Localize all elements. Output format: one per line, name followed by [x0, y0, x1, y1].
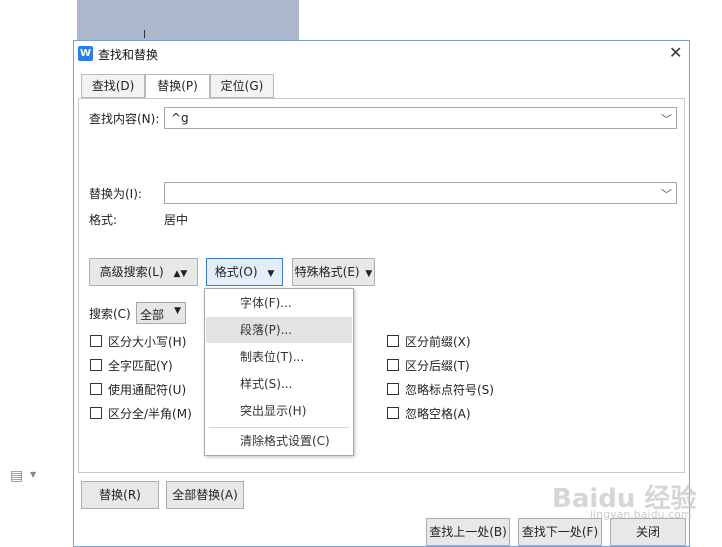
checkbox-match-case[interactable] — [90, 335, 102, 347]
menu-item-font[interactable]: 字体(F)... — [206, 290, 352, 316]
dialog-title: 查找和替换 — [98, 48, 159, 62]
menu-item-tabs[interactable]: 制表位(T)... — [206, 344, 352, 370]
match-case-label: 区分大小写(H) — [108, 335, 187, 349]
checkbox-match-prefix[interactable] — [387, 335, 399, 347]
checkbox-match-suffix[interactable] — [387, 359, 399, 371]
format-button-label: 格式(O) — [214, 265, 258, 279]
caret-down-icon: ▼ — [174, 306, 181, 316]
tab-goto[interactable]: 定位(G) — [210, 74, 274, 98]
match-prefix-label: 区分前缀(X) — [405, 335, 471, 349]
ignore-punctuation-label: 忽略标点符号(S) — [405, 383, 494, 397]
text-cursor — [144, 30, 145, 38]
dialog-titlebar: W 查找和替换 ✕ — [74, 41, 689, 66]
search-scope-select[interactable]: 全部 ▼ — [136, 302, 186, 324]
close-icon[interactable]: ✕ — [669, 43, 682, 62]
replace-input[interactable]: ﹀ — [164, 182, 677, 204]
checkbox-full-half-width[interactable] — [90, 407, 102, 419]
caret-down-icon: ▼ — [267, 269, 275, 279]
menu-item-style-label: 样式(S)... — [240, 377, 293, 391]
close-button[interactable]: 关闭 — [610, 518, 686, 546]
match-suffix-label: 区分后缀(T) — [405, 359, 470, 373]
format-button[interactable]: 格式(O) ▼ — [206, 258, 283, 286]
find-value: ^g — [171, 111, 189, 125]
menu-item-highlight[interactable]: 突出显示(H) — [206, 398, 352, 424]
checkbox-ignore-punctuation[interactable] — [387, 383, 399, 395]
whole-word-label: 全字匹配(Y) — [108, 359, 173, 373]
chevron-down-icon[interactable]: ﹀ — [661, 111, 672, 127]
format-menu: 字体(F)... 段落(P)... 制表位(T)... 样式(S)... 突出显… — [204, 288, 354, 456]
chevron-down-icon[interactable]: ﹀ — [661, 186, 672, 202]
menu-item-clear-format[interactable]: 清除格式设置(C) — [206, 428, 352, 454]
replace-button[interactable]: 替换(R) — [81, 481, 159, 509]
search-scope-value: 全部 — [140, 308, 165, 322]
special-format-button[interactable]: 特殊格式(E) ▼ — [292, 258, 375, 286]
menu-item-font-label: 字体(F)... — [240, 296, 292, 310]
find-next-button[interactable]: 查找下一处(F) — [518, 518, 602, 546]
find-previous-button[interactable]: 查找上一处(B) — [426, 518, 510, 546]
checkbox-wildcards[interactable] — [90, 383, 102, 395]
checkbox-whole-word[interactable] — [90, 359, 102, 371]
format-value: 居中 — [164, 213, 189, 227]
chevron-down-icon[interactable]: ▼ — [30, 470, 36, 479]
wps-app-icon: W — [78, 46, 93, 61]
chevron-updown-icon: ▲▼ — [173, 269, 188, 279]
caret-down-icon: ▼ — [365, 269, 373, 279]
menu-item-paragraph[interactable]: 段落(P)... — [206, 317, 352, 343]
tab-bar: 查找(D) 替换(P) 定位(G) — [74, 66, 689, 99]
ignore-space-label: 忽略空格(A) — [405, 407, 471, 421]
search-scope-label: 搜索(C) — [89, 307, 131, 321]
find-input[interactable]: ^g ﹀ — [164, 107, 677, 129]
replace-label: 替换为(I): — [89, 187, 142, 201]
checkbox-ignore-space[interactable] — [387, 407, 399, 419]
menu-item-paragraph-label: 段落(P)... — [240, 323, 293, 337]
find-replace-dialog: W 查找和替换 ✕ 查找(D) 替换(P) 定位(G) 查找内容(N): ^g … — [73, 40, 690, 547]
document-icon[interactable]: ▤ — [10, 468, 23, 484]
advanced-search-button[interactable]: 高级搜索(L) ▲▼ — [89, 258, 198, 286]
format-label: 格式: — [89, 213, 118, 227]
menu-item-tabs-label: 制表位(T)... — [240, 350, 305, 364]
menu-item-clear-format-label: 清除格式设置(C) — [240, 434, 330, 448]
menu-item-style[interactable]: 样式(S)... — [206, 371, 352, 397]
wildcards-label: 使用通配符(U) — [108, 383, 187, 397]
special-format-label: 特殊格式(E) — [294, 265, 360, 279]
tab-replace[interactable]: 替换(P) — [145, 74, 210, 99]
document-preview — [77, 0, 299, 40]
full-half-width-label: 区分全/半角(M) — [108, 407, 192, 421]
tab-find[interactable]: 查找(D) — [81, 74, 145, 98]
menu-item-highlight-label: 突出显示(H) — [240, 404, 307, 418]
replace-panel: 查找内容(N): ^g ﹀ 替换为(I): ﹀ 格式: 居中 高级搜索(L) ▲… — [78, 98, 685, 473]
replace-all-button[interactable]: 全部替换(A) — [166, 481, 244, 509]
advanced-search-label: 高级搜索(L) — [99, 265, 164, 279]
find-label: 查找内容(N): — [89, 112, 160, 126]
baidu-watermark-url: jingyan.baidu.com — [590, 508, 692, 521]
